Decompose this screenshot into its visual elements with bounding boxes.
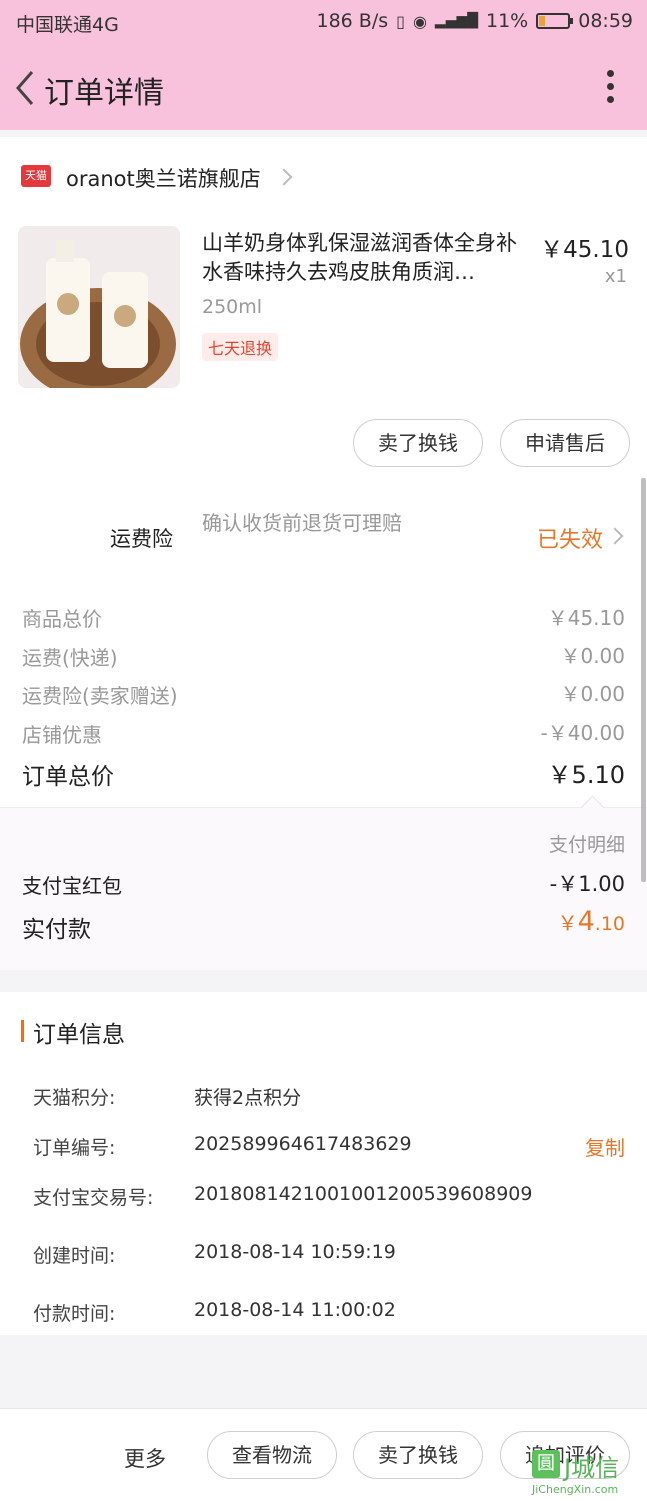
view-logistics-button[interactable]: 查看物流 [207, 1431, 337, 1479]
product-price: ￥45.10 [540, 237, 629, 263]
paid-time-label: 付款时间: [33, 1303, 116, 1325]
paid-integer: 4 [577, 906, 595, 937]
subtotal-label: 商品总价 [22, 607, 102, 631]
battery-percent: 11% [486, 10, 529, 32]
alipay-trade-value: 2018081421001001200539608909 [194, 1183, 533, 1205]
order-number-label: 订单编号: [33, 1137, 116, 1159]
paid-amount: ￥4.10 [558, 906, 625, 937]
vibrate-icon: ▯ [396, 11, 405, 31]
alipay-trade-label: 支付宝交易号: [33, 1187, 154, 1209]
product-title[interactable]: 山羊奶身体乳保湿滋润香体全身补水香味持久去鸡皮肤角质润… [202, 229, 534, 287]
return-policy-tag: 七天退换 [202, 333, 279, 361]
store-discount-value: -￥40.00 [540, 721, 625, 745]
paid-decimal: .10 [594, 913, 625, 935]
shipping-fee-label: 运费(快递) [22, 646, 118, 670]
product-quantity: x1 [604, 266, 627, 287]
watermark-text: J城信 [564, 1454, 620, 1482]
watermark-logo: 圓 J城信 JiChengXin.com [532, 1446, 647, 1500]
payment-detail-box: 支付明细 支付宝红包 -￥1.00 实付款 ￥4.10 [0, 795, 647, 970]
more-menu-icon[interactable] [607, 70, 615, 106]
network-speed: 186 B/s [316, 10, 389, 32]
order-total-label: 订单总价 [22, 764, 114, 790]
created-time-label: 创建时间: [33, 1245, 116, 1267]
back-icon[interactable] [12, 68, 38, 108]
status-right: 186 B/s ▯ ◉ ▂▄▆█ 11% 08:59 [317, 10, 634, 32]
points-label: 天猫积分: [33, 1087, 116, 1109]
section-accent [21, 1020, 24, 1042]
apply-aftersale-button[interactable]: 申请售后 [500, 419, 630, 467]
created-time-value: 2018-08-14 10:59:19 [194, 1241, 396, 1263]
insurance-fee-label: 运费险(卖家赠送) [22, 684, 178, 708]
shipping-insurance-desc: 确认收货前退货可理赔 [202, 511, 402, 535]
copy-order-number-button[interactable]: 复制 [585, 1132, 625, 1161]
carrier-label: 中国联通4G [16, 14, 119, 36]
shipping-fee-value: ￥0.00 [560, 644, 625, 668]
points-value: 获得2点积分 [194, 1087, 302, 1109]
shipping-insurance-status[interactable]: 已失效 [537, 522, 603, 554]
signal-icon: ▂▄▆█ [434, 13, 478, 29]
product-spec: 250ml [202, 296, 263, 318]
payment-detail-link[interactable]: 支付明细 [549, 830, 625, 857]
sell-for-cash-bottom-button[interactable]: 卖了换钱 [353, 1431, 483, 1479]
redpacket-value: -￥1.00 [549, 872, 625, 896]
eye-icon: ◉ [412, 11, 427, 31]
tmall-logo: 天猫 [21, 165, 51, 187]
store-discount-label: 店铺优惠 [22, 723, 102, 747]
shipping-insurance-label: 运费险 [110, 527, 173, 551]
paid-time-value: 2018-08-14 11:00:02 [194, 1299, 396, 1321]
paid-label: 实付款 [22, 917, 91, 943]
sell-for-cash-button[interactable]: 卖了换钱 [353, 419, 483, 467]
scrollbar[interactable] [641, 478, 646, 882]
battery-icon [536, 13, 574, 29]
watermark-box: 圓 [532, 1450, 560, 1478]
shop-name[interactable]: oranot奥兰诺旗舰店 [66, 163, 261, 193]
status-bar: 中国联通4G 186 B/s ▯ ◉ ▂▄▆█ 11% 08:59 [0, 0, 647, 46]
page-title: 订单详情 [44, 76, 164, 111]
order-number-value: 202589964617483629 [194, 1133, 412, 1155]
more-button[interactable]: 更多 [124, 1443, 166, 1473]
watermark-url: JiChengXin.com [532, 1483, 619, 1496]
insurance-fee-value: ￥0.00 [560, 682, 625, 706]
subtotal-value: ￥45.10 [547, 606, 625, 630]
clock: 08:59 [578, 10, 633, 32]
paid-currency: ￥ [557, 911, 578, 935]
redpacket-label: 支付宝红包 [22, 874, 122, 898]
order-info-title: 订单信息 [33, 1022, 125, 1048]
nav-bar: 订单详情 [0, 46, 647, 130]
order-total-value: ￥5.10 [547, 761, 625, 789]
product-image[interactable] [18, 226, 180, 388]
